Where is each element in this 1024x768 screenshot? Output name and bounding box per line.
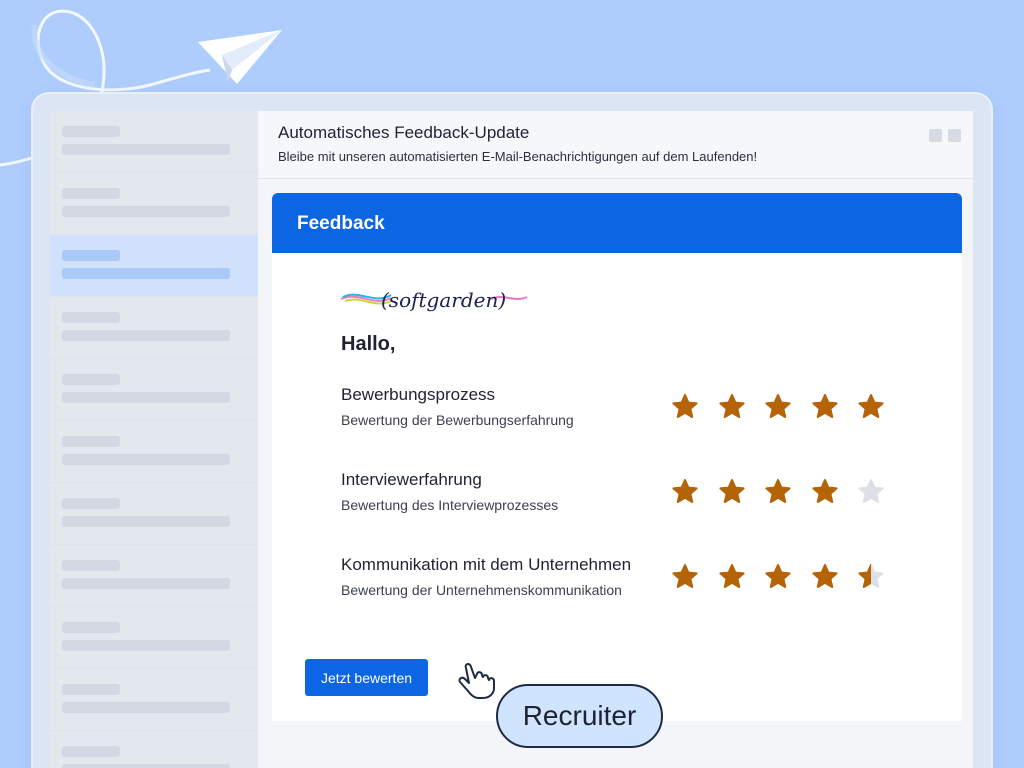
- star-rating[interactable]: [671, 393, 921, 423]
- sidebar-item-preview-placeholder: [62, 144, 230, 155]
- sidebar-item-preview-placeholder: [62, 516, 230, 527]
- sidebar-item-title-placeholder: [62, 126, 120, 137]
- sidebar-item-preview-placeholder: [62, 640, 230, 651]
- sidebar-item[interactable]: [50, 421, 258, 483]
- feedback-card-title: Feedback: [297, 213, 385, 234]
- sidebar-item[interactable]: [50, 235, 258, 297]
- rating-title: Bewerbungsprozess: [341, 385, 496, 404]
- rating-description: Bewertung der Unternehmenskommunikation: [341, 582, 622, 598]
- rating-description: Bewertung des Interviewprozesses: [341, 497, 559, 513]
- rating-title: Interviewerfahrung: [341, 470, 482, 489]
- star-icon[interactable]: [671, 478, 699, 506]
- sidebar-item-title-placeholder: [62, 684, 120, 695]
- email-title: Automatisches Feedback-Update: [278, 123, 530, 142]
- feedback-card: Feedback (softgarden) Hallo, Bewerbungsp…: [272, 193, 962, 721]
- hand-pointer-icon: [458, 663, 495, 699]
- star-icon[interactable]: [857, 563, 885, 591]
- sidebar-item-title-placeholder: [62, 622, 120, 633]
- sidebar-item-title-placeholder: [62, 746, 120, 757]
- sidebar-item-preview-placeholder: [62, 764, 230, 768]
- recruiter-badge: Recruiter: [496, 684, 663, 748]
- sidebar-item-title-placeholder: [62, 498, 120, 509]
- rate-now-button[interactable]: Jetzt bewerten: [305, 659, 428, 696]
- sidebar-item[interactable]: [50, 173, 258, 235]
- rating-row: Interviewerfahrung Bewertung des Intervie…: [341, 470, 941, 520]
- rating-row: Bewerbungsprozess Bewertung der Bewerbung…: [341, 385, 941, 435]
- window-button-minimize[interactable]: [929, 129, 942, 142]
- sidebar-item-title-placeholder: [62, 312, 120, 323]
- star-icon[interactable]: [718, 478, 746, 506]
- sidebar-item[interactable]: [50, 111, 258, 173]
- sidebar-item-preview-placeholder: [62, 392, 230, 403]
- mail-sidebar: [50, 111, 258, 768]
- star-icon[interactable]: [718, 563, 746, 591]
- star-icon[interactable]: [671, 563, 699, 591]
- logo-wordmark: (softgarden): [381, 288, 506, 312]
- paper-plane-icon: [198, 30, 282, 84]
- star-icon[interactable]: [811, 478, 839, 506]
- sidebar-item-preview-placeholder: [62, 702, 230, 713]
- star-icon[interactable]: [811, 563, 839, 591]
- sidebar-item[interactable]: [50, 483, 258, 545]
- star-icon[interactable]: [764, 478, 792, 506]
- sidebar-item[interactable]: [50, 297, 258, 359]
- email-subtitle: Bleibe mit unseren automatisierten E-Mai…: [278, 149, 758, 164]
- sidebar-item-preview-placeholder: [62, 268, 230, 279]
- star-icon[interactable]: [671, 393, 699, 421]
- greeting: Hallo,: [341, 333, 396, 355]
- sidebar-item-title-placeholder: [62, 560, 120, 571]
- sidebar-item-title-placeholder: [62, 374, 120, 385]
- sidebar-item[interactable]: [50, 607, 258, 669]
- star-icon[interactable]: [764, 393, 792, 421]
- email-header: Automatisches Feedback-Update Bleibe mit…: [258, 111, 973, 179]
- sidebar-item-preview-placeholder: [62, 454, 230, 465]
- rating-description: Bewertung der Bewerbungserfahrung: [341, 412, 574, 428]
- window-button-close[interactable]: [948, 129, 961, 142]
- star-icon[interactable]: [857, 478, 885, 506]
- feedback-card-header: Feedback: [272, 193, 962, 253]
- star-rating[interactable]: [671, 563, 921, 593]
- sidebar-item[interactable]: [50, 545, 258, 607]
- star-icon[interactable]: [857, 393, 885, 421]
- sidebar-item-title-placeholder: [62, 250, 120, 261]
- sidebar-item[interactable]: [50, 359, 258, 421]
- sidebar-item-preview-placeholder: [62, 578, 230, 589]
- rating-title: Kommunikation mit dem Unternehmen: [341, 555, 632, 574]
- sidebar-item-title-placeholder: [62, 188, 120, 199]
- star-rating[interactable]: [671, 478, 921, 508]
- sidebar-item-title-placeholder: [62, 436, 120, 447]
- sidebar-item-preview-placeholder: [62, 206, 230, 217]
- star-icon[interactable]: [718, 393, 746, 421]
- star-icon[interactable]: [764, 563, 792, 591]
- star-icon[interactable]: [811, 393, 839, 421]
- sidebar-item[interactable]: [50, 669, 258, 731]
- rating-row: Kommunikation mit dem Unternehmen Bewertu…: [341, 555, 941, 605]
- softgarden-logo: (softgarden): [340, 288, 528, 312]
- sidebar-item-preview-placeholder: [62, 330, 230, 341]
- sidebar-item[interactable]: [50, 731, 258, 768]
